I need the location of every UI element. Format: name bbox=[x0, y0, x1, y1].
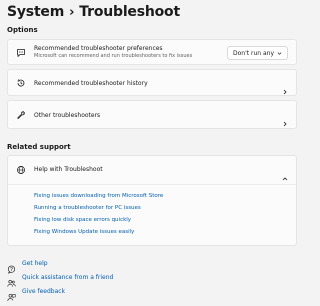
give-feedback-link[interactable]: Give feedback bbox=[7, 286, 66, 301]
history-title: Recommended troubleshooter history bbox=[34, 80, 148, 87]
chat-icon bbox=[16, 48, 26, 58]
get-help-link[interactable]: Get help bbox=[7, 258, 48, 274]
chevron-down-icon bbox=[277, 51, 282, 56]
help-icon bbox=[7, 259, 16, 274]
other-troubleshooters-card[interactable]: Other troubleshooters bbox=[7, 100, 297, 129]
chevron-right-icon bbox=[282, 80, 288, 95]
wrench-icon bbox=[16, 110, 26, 120]
feedback-icon bbox=[7, 287, 16, 301]
globe-icon bbox=[16, 165, 26, 175]
troubleshooter-preferences-card: Recommended troubleshooter preferences M… bbox=[7, 39, 297, 65]
other-title: Other troubleshooters bbox=[34, 112, 101, 119]
related-support-section-title: Related support bbox=[7, 143, 71, 151]
give-feedback-label: Give feedback bbox=[22, 287, 66, 295]
help-text: Help with Troubleshoot bbox=[34, 166, 103, 173]
preferences-dropdown[interactable]: Don't run any bbox=[227, 46, 288, 60]
breadcrumb: System › Troubleshoot bbox=[7, 2, 180, 22]
quick-assist-label: Quick assistance from a friend bbox=[22, 273, 114, 281]
chevron-right-icon bbox=[282, 112, 288, 127]
get-help-label: Get help bbox=[22, 259, 48, 267]
chevron-up-icon bbox=[282, 167, 288, 181]
history-text: Recommended troubleshooter history bbox=[34, 80, 148, 87]
people-icon bbox=[7, 273, 16, 287]
breadcrumb-separator: › bbox=[69, 4, 75, 20]
preferences-text: Recommended troubleshooter preferences M… bbox=[34, 45, 192, 59]
options-section-title: Options bbox=[7, 26, 38, 34]
history-icon bbox=[16, 78, 26, 88]
troubleshooter-history-card[interactable]: Recommended troubleshooter history bbox=[7, 69, 297, 96]
divider bbox=[8, 184, 296, 185]
breadcrumb-parent[interactable]: System bbox=[7, 4, 64, 20]
quick-assist-link[interactable]: Quick assistance from a friend bbox=[7, 272, 114, 287]
help-with-troubleshoot-header[interactable]: Help with Troubleshoot bbox=[8, 156, 296, 184]
help-link[interactable]: Running a troubleshooter for PC issues bbox=[34, 205, 141, 211]
help-link[interactable]: Fixing issues downloading from Microsoft… bbox=[34, 193, 163, 199]
preferences-subtitle: Microsoft can recommend and run troubles… bbox=[34, 53, 193, 59]
help-link[interactable]: Fixing low disk space errors quickly bbox=[34, 217, 131, 223]
other-text: Other troubleshooters bbox=[34, 112, 100, 119]
help-with-troubleshoot-card: Help with Troubleshoot Fixing issues dow… bbox=[7, 155, 297, 246]
preferences-title: Recommended troubleshooter preferences bbox=[34, 45, 163, 52]
help-link[interactable]: Fixing Windows Update issues easily bbox=[34, 229, 134, 235]
preferences-dropdown-value: Don't run any bbox=[233, 49, 275, 57]
page-title: Troubleshoot bbox=[79, 4, 180, 20]
help-title: Help with Troubleshoot bbox=[34, 166, 103, 173]
